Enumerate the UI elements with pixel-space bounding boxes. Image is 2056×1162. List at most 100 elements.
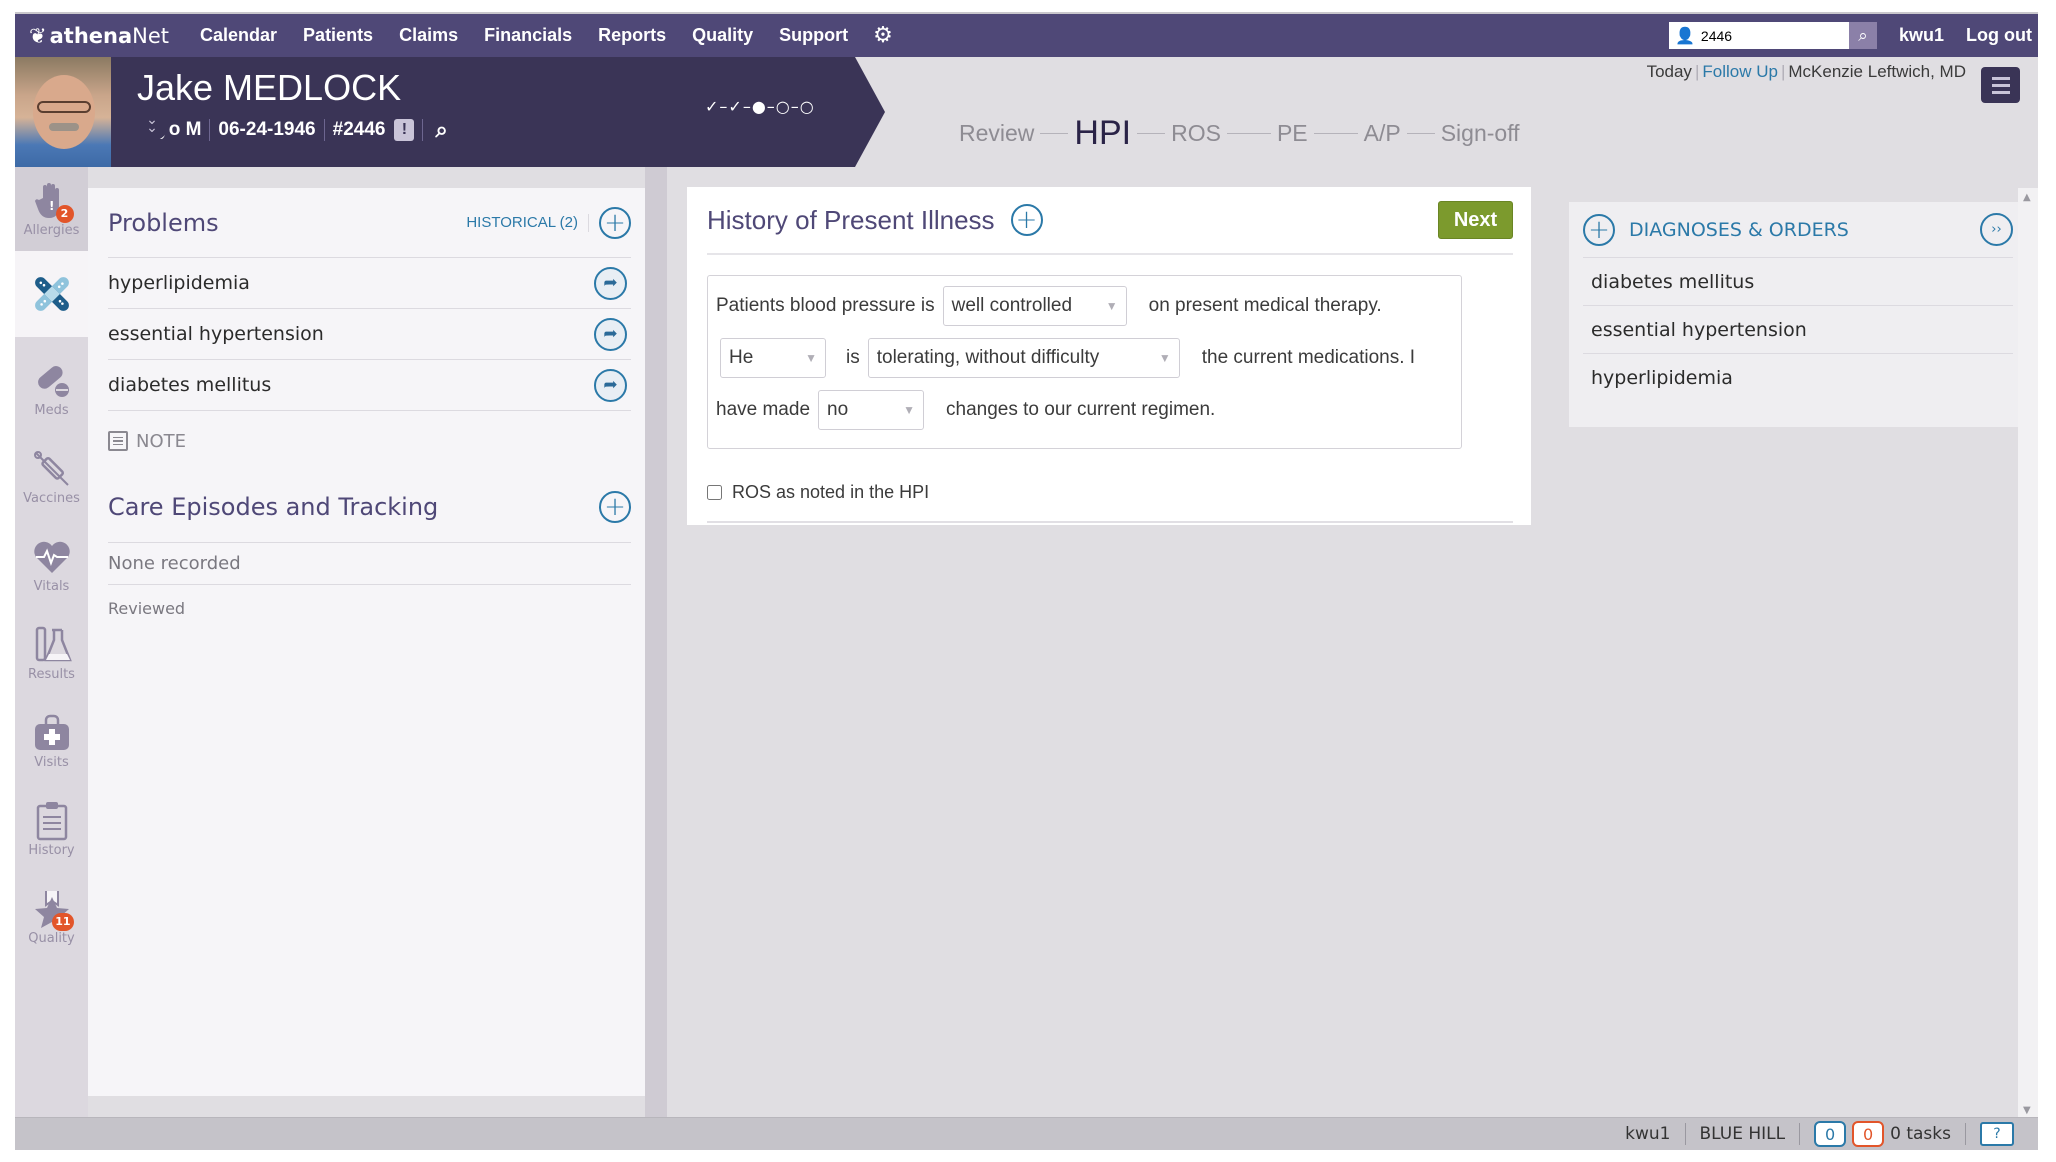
current-user[interactable]: kwu1: [1899, 25, 1944, 46]
share-arrow-icon[interactable]: ➦: [594, 317, 627, 351]
status-user: kwu1: [1625, 1124, 1671, 1144]
hpi-text: the current medications. I: [1201, 347, 1416, 368]
medical-bag-icon: [32, 713, 72, 753]
provider-name: McKenzie Leftwich, MD: [1788, 62, 1966, 81]
sidebar-label: Visits: [34, 754, 69, 770]
tolerance-select[interactable]: tolerating, without difficulty ▼: [867, 338, 1180, 378]
nav-support[interactable]: Support: [779, 25, 848, 46]
select-value: no: [827, 399, 849, 420]
ros-as-noted-row[interactable]: ROS as noted in the HPI: [707, 477, 1513, 507]
historical-problems-link[interactable]: HISTORICAL (2): [466, 214, 578, 231]
problem-row[interactable]: essential hypertension ➦: [108, 309, 631, 360]
problem-row[interactable]: diabetes mellitus ➦: [108, 360, 631, 411]
share-arrow-icon[interactable]: ➦: [594, 368, 627, 402]
diagnoses-header: + DIAGNOSES & ORDERS ››: [1583, 202, 2013, 258]
note-button[interactable]: NOTE: [108, 411, 631, 471]
sidebar-item-history[interactable]: History: [15, 787, 88, 871]
step-ros[interactable]: ROS: [1171, 120, 1221, 147]
select-value: well controlled: [951, 295, 1073, 316]
blue-count-badge[interactable]: 0: [1814, 1121, 1847, 1147]
add-hpi-button[interactable]: +: [1010, 204, 1043, 236]
star-ribbon-icon: 11: [32, 889, 74, 931]
help-chat-icon[interactable]: ?: [1980, 1122, 2014, 1146]
patient-alert-icon[interactable]: !: [394, 119, 415, 141]
hpi-card: History of Present Illness + Next Patien…: [687, 187, 1531, 525]
sidebar-item-visits[interactable]: Visits: [15, 699, 88, 783]
nav-quality[interactable]: Quality: [692, 25, 753, 46]
athenanet-logo[interactable]: ❦ athena Net: [15, 24, 169, 48]
problems-panel: Problems HISTORICAL (2) + hyperlipidemia…: [88, 188, 645, 1096]
plus-icon: +: [604, 491, 626, 522]
step-review[interactable]: Review: [959, 120, 1034, 147]
sidebar-item-vitals[interactable]: Vitals: [15, 523, 88, 607]
nav-financials[interactable]: Financials: [484, 25, 572, 46]
changes-select[interactable]: no ▼: [818, 390, 925, 430]
caret-down-icon: ▼: [1158, 351, 1171, 365]
problem-row[interactable]: hyperlipidemia ➦: [108, 258, 631, 309]
nav-patients[interactable]: Patients: [303, 25, 373, 46]
patient-search-input[interactable]: [1700, 27, 1831, 44]
nav-calendar[interactable]: Calendar: [200, 25, 277, 46]
sidebar-item-vaccines[interactable]: Vaccines: [15, 435, 88, 519]
gear-icon[interactable]: ⚙: [873, 23, 893, 48]
sidebar-item-allergies[interactable]: ! 2 Allergies: [15, 167, 88, 251]
hpi-text: on present medical therapy.: [1148, 295, 1382, 316]
step-ap[interactable]: A/P: [1364, 120, 1401, 147]
sidebar-label: Allergies: [23, 222, 80, 238]
sidebar-item-problems[interactable]: [15, 251, 88, 337]
left-panel-border: [645, 167, 667, 1117]
sidebar-item-meds[interactable]: Meds: [15, 347, 88, 431]
nav-claims[interactable]: Claims: [399, 25, 458, 46]
caret-down-icon: ▼: [1105, 299, 1118, 313]
scroll-up-icon[interactable]: ▲: [2023, 192, 2031, 203]
ros-as-noted-checkbox[interactable]: [707, 484, 722, 500]
hand-icon: ! 2: [32, 181, 74, 223]
patient-search-icon[interactable]: ⌕: [435, 117, 447, 143]
pronoun-select[interactable]: He ▼: [720, 338, 826, 378]
main-scrollbar[interactable]: ▲ ▼: [2018, 188, 2038, 1120]
step-hpi[interactable]: HPI: [1074, 114, 1131, 153]
step-signoff[interactable]: Sign-off: [1441, 120, 1520, 147]
search-button[interactable]: ⌕: [1848, 22, 1877, 49]
next-button[interactable]: Next: [1438, 201, 1513, 239]
care-episodes-title: Care Episodes and Tracking: [108, 492, 439, 521]
plus-icon: +: [1015, 205, 1038, 235]
patient-search-field[interactable]: 👤: [1668, 22, 1849, 49]
quality-badge: 11: [52, 912, 74, 931]
sidebar-item-quality[interactable]: 11 Quality: [15, 875, 88, 959]
hpi-header: History of Present Illness + Next: [707, 187, 1513, 255]
problem-name[interactable]: hyperlipidemia: [108, 272, 250, 294]
sidebar-item-results[interactable]: Results: [15, 611, 88, 695]
select-value: He: [729, 347, 754, 368]
share-arrow-icon[interactable]: ➦: [594, 266, 627, 300]
hpi-text: is: [846, 347, 860, 368]
note-label: NOTE: [136, 430, 187, 452]
add-care-episode-button[interactable]: +: [599, 490, 631, 523]
diagnosis-row[interactable]: diabetes mellitus: [1583, 258, 2013, 306]
expand-banner-button[interactable]: ⌄ ⌄: [135, 107, 169, 141]
select-value: tolerating, without difficulty: [876, 347, 1100, 368]
hpi-text: changes to our current regimen.: [946, 399, 1216, 420]
bp-control-select[interactable]: well controlled ▼: [942, 286, 1127, 326]
encounter-date: Today: [1646, 62, 1692, 81]
chart-sidebar: ! 2 Allergies Meds Vaccines Vitals Resul…: [15, 167, 88, 1117]
double-chevron-right-icon[interactable]: ››: [1980, 213, 2013, 246]
step-pe[interactable]: PE: [1277, 120, 1308, 147]
add-diagnosis-button[interactable]: +: [1583, 213, 1615, 246]
add-problem-button[interactable]: +: [599, 206, 631, 239]
pill-icon: [32, 361, 72, 401]
visit-type-link[interactable]: Follow Up: [1702, 62, 1778, 81]
nav-reports[interactable]: Reports: [598, 25, 666, 46]
orange-count-badge[interactable]: 0: [1852, 1121, 1885, 1147]
scroll-down-icon[interactable]: ▼: [2023, 1105, 2031, 1116]
patient-photo[interactable]: [15, 57, 111, 167]
diagnoses-title[interactable]: DIAGNOSES & ORDERS: [1629, 219, 1849, 241]
problem-name[interactable]: diabetes mellitus: [108, 374, 271, 396]
diagnosis-row[interactable]: essential hypertension: [1583, 306, 2013, 354]
diagnosis-row[interactable]: hyperlipidemia: [1583, 354, 2013, 402]
problem-name[interactable]: essential hypertension: [108, 323, 324, 345]
tasks-count[interactable]: 0 tasks: [1890, 1124, 1951, 1144]
logout-link[interactable]: Log out: [1966, 25, 2032, 46]
athenanet-app: ❦ athena Net Calendar Patients Claims Fin…: [15, 12, 2038, 1150]
hamburger-menu-button[interactable]: [1981, 67, 2020, 103]
